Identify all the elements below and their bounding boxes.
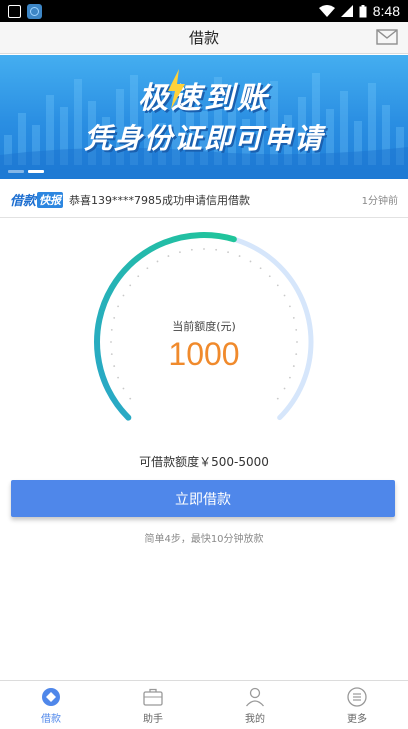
gauge-tick bbox=[203, 248, 205, 250]
gauge-tick bbox=[137, 275, 140, 278]
banner-subheadline: 凭身份证即可申请 bbox=[83, 122, 324, 155]
gauge-tick bbox=[117, 376, 119, 379]
lightning-icon bbox=[168, 69, 185, 109]
nav-item-more[interactable]: 更多 bbox=[306, 681, 408, 729]
hint-text: 简单4步，最快10分钟放款 bbox=[144, 534, 264, 545]
gauge-tick bbox=[122, 294, 125, 297]
gauge-label: 当前额度(元) bbox=[172, 320, 236, 333]
gauge-tick bbox=[268, 275, 271, 278]
banner-headline: 极速到账 bbox=[138, 81, 270, 116]
loan-icon bbox=[42, 687, 60, 706]
gauge-tick bbox=[283, 387, 286, 390]
nav-label: 我的 bbox=[245, 713, 265, 725]
nav-item-mine[interactable]: 我的 bbox=[204, 681, 306, 729]
page-title: 借款 bbox=[188, 29, 219, 47]
gauge-tick bbox=[146, 267, 149, 270]
gauge-tick bbox=[289, 305, 291, 308]
app-header: 借款 bbox=[0, 22, 408, 54]
gauge-tick bbox=[179, 251, 181, 254]
status-indicators: 8:48 bbox=[318, 3, 400, 19]
battery-icon bbox=[359, 4, 367, 17]
wifi-icon bbox=[318, 5, 335, 17]
ticker-message: 恭喜139****7985成功申请信用借款 bbox=[69, 193, 251, 207]
nav-label: 助手 bbox=[143, 713, 163, 725]
gauge-tick bbox=[190, 248, 193, 251]
ticker-logo-text: 借款 bbox=[10, 194, 37, 209]
gauge-tick bbox=[238, 255, 241, 257]
gauge-tick bbox=[259, 267, 262, 270]
gauge-tick bbox=[117, 305, 119, 308]
credit-amount: 1000 bbox=[168, 336, 240, 372]
gauge-tick bbox=[129, 284, 132, 287]
signal-icon bbox=[340, 5, 353, 17]
borrow-now-button[interactable]: 立即借款 bbox=[11, 480, 395, 517]
ticker-timestamp: 1分钟前 bbox=[361, 196, 398, 207]
notification-icon bbox=[8, 4, 21, 18]
nav-label: 更多 bbox=[347, 713, 367, 725]
news-ticker[interactable]: 借款 快报 恭喜139****7985成功申请信用借款 1分钟前 bbox=[0, 182, 408, 218]
promo-banner[interactable]: 极速到账 凭身份证即可申请 bbox=[0, 55, 408, 179]
nav-label: 借款 bbox=[41, 713, 61, 725]
clock: 8:48 bbox=[372, 3, 400, 19]
gauge-tick bbox=[167, 255, 170, 257]
banner-dot-active[interactable] bbox=[28, 170, 44, 173]
gauge-tick bbox=[283, 294, 286, 297]
bottom-nav: 借款 助手 我的 更多 bbox=[0, 680, 408, 729]
gauge-tick bbox=[276, 397, 279, 400]
nav-item-assistant[interactable]: 助手 bbox=[102, 681, 204, 729]
app-notification-icon bbox=[27, 3, 42, 19]
nav-item-loan[interactable]: 借款 bbox=[0, 681, 102, 729]
notification-area bbox=[8, 3, 42, 19]
banner-pagination bbox=[8, 170, 44, 173]
gauge-tick bbox=[249, 260, 252, 263]
banner-dot[interactable] bbox=[8, 170, 24, 173]
mail-icon[interactable] bbox=[376, 28, 398, 46]
gauge-tick bbox=[227, 251, 229, 254]
ticker-logo-badge: 快报 bbox=[37, 191, 64, 208]
person-icon bbox=[246, 687, 264, 706]
ticker-logo: 借款 快报 bbox=[10, 190, 64, 209]
gauge-tick bbox=[276, 284, 279, 287]
gauge-tick bbox=[129, 397, 132, 400]
gauge-tick bbox=[156, 260, 159, 263]
briefcase-icon bbox=[143, 688, 163, 706]
more-icon bbox=[347, 686, 367, 707]
credit-range: 可借款额度￥500-5000 bbox=[139, 455, 269, 469]
gauge-tick bbox=[289, 376, 291, 379]
gauge-tick bbox=[122, 387, 125, 390]
gauge-tick bbox=[215, 248, 218, 251]
status-bar: 8:48 bbox=[0, 0, 408, 22]
